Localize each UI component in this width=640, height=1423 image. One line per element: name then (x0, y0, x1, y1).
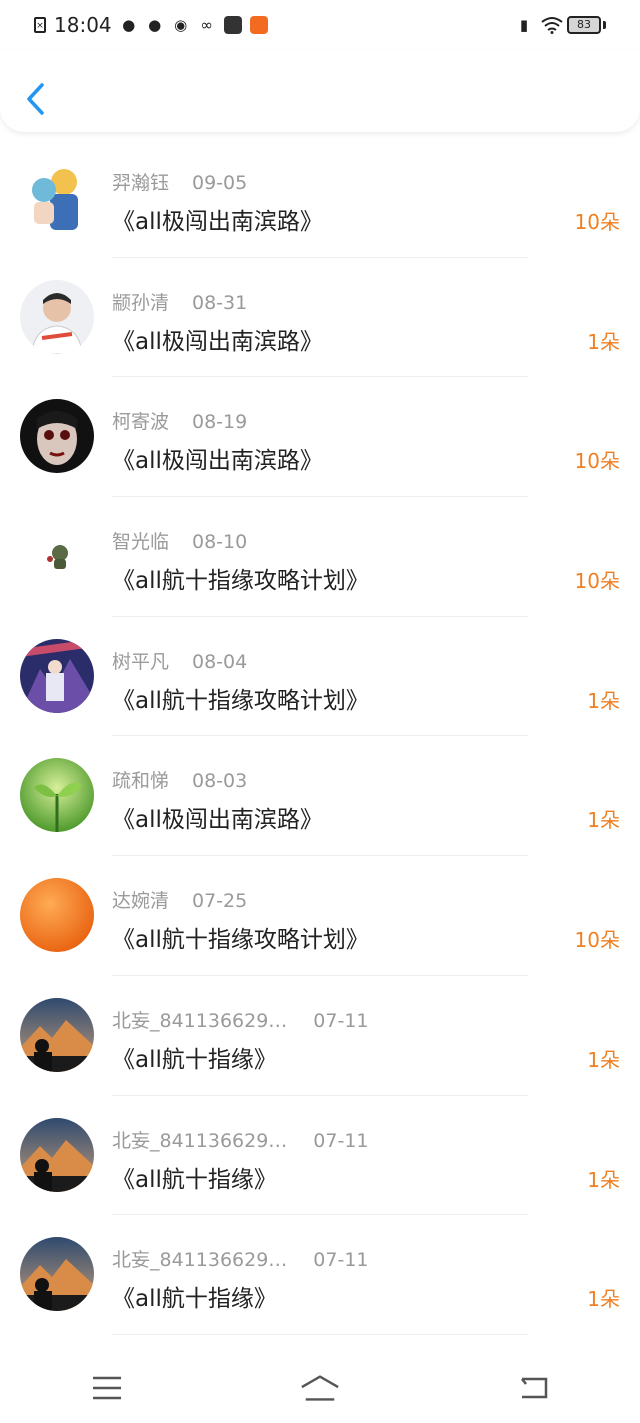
book-title: 《all航十指缘》 (112, 1046, 277, 1073)
gift-amount: 1朵 (587, 1167, 620, 1192)
list-item[interactable]: 北妄_841136629… 07-11 《all航十指缘》 1朵 (0, 1215, 640, 1335)
user-name: 树平凡 (112, 650, 170, 673)
system-nav-bar (0, 1353, 640, 1423)
gift-amount: 1朵 (587, 688, 620, 713)
back-nav-button[interactable] (513, 1368, 553, 1408)
weibo-icon: ◉ (174, 16, 188, 34)
header (0, 50, 640, 132)
book-title: 《all极闯出南滨路》 (112, 807, 323, 834)
meta: 智光临 08-10 (112, 527, 247, 554)
meta: 北妄_841136629… 07-11 (112, 1006, 369, 1033)
status-time: 18:04 (54, 13, 112, 37)
meta: 树平凡 08-04 (112, 647, 247, 674)
gift-amount: 1朵 (587, 808, 620, 833)
wifi-icon (541, 16, 563, 34)
meta: 北妄_841136629… 07-11 (112, 1245, 369, 1272)
date: 07-25 (192, 890, 248, 913)
qq-icon-2: ● (148, 16, 162, 34)
meta: 柯寄波 08-19 (112, 407, 247, 434)
avatar (20, 997, 94, 1072)
app-icon-orange (249, 16, 268, 34)
meta: 达婉清 07-25 (112, 886, 247, 913)
home-icon (301, 1375, 339, 1401)
app-icon (223, 16, 242, 34)
meta: 羿瀚钰 09-05 (112, 168, 247, 195)
gift-amount: 1朵 (587, 329, 620, 354)
list-item[interactable]: 颛孙清 08-31 《all极闯出南滨路》 1朵 (0, 258, 640, 378)
gift-list: 羿瀚钰 09-05 《all极闯出南滨路》 10朵 颛孙清 08-31 《all极闯… (0, 138, 640, 1335)
date: 08-19 (192, 411, 248, 434)
book-title: 《all极闯出南滨路》 (112, 448, 323, 475)
vibrate-icon: ▮ (519, 16, 529, 34)
user-name: 北妄_841136629… (112, 1009, 288, 1032)
user-name: 北妄_841136629… (112, 1249, 288, 1272)
user-name: 达婉清 (112, 890, 170, 913)
user-name: 颛孙清 (112, 291, 170, 314)
date: 07-11 (313, 1129, 369, 1152)
battery-tip (603, 21, 606, 29)
book-title: 《all航十指缘攻略计划》 (112, 927, 369, 954)
avatar (20, 1237, 94, 1312)
gift-amount: 1朵 (587, 1287, 620, 1312)
date: 09-05 (192, 172, 248, 194)
status-right: ▮ 83 (515, 16, 606, 34)
gift-amount: 10朵 (574, 449, 620, 474)
user-name: 羿瀚钰 (112, 172, 170, 194)
avatar (20, 638, 94, 713)
list-item[interactable]: 树平凡 08-04 《all航十指缘攻略计划》 1朵 (0, 617, 640, 737)
gift-amount: 1朵 (587, 1047, 620, 1072)
user-name: 北妄_841136629… (112, 1129, 288, 1152)
user-name: 智光临 (112, 531, 170, 554)
avatar (20, 878, 94, 953)
date: 07-11 (313, 1009, 369, 1032)
date: 08-31 (192, 291, 248, 314)
book-title: 《all极闯出南滨路》 (112, 328, 323, 355)
date: 07-11 (313, 1249, 369, 1272)
no-sim-icon: × (34, 17, 46, 33)
avatar (20, 1117, 94, 1192)
avatar (20, 160, 94, 234)
gift-amount: 10朵 (574, 210, 620, 234)
gift-amount: 10朵 (574, 569, 620, 594)
chevron-left-icon (27, 83, 44, 115)
gift-amount: 10朵 (574, 928, 620, 953)
list-item[interactable]: 智光临 08-10 《all航十指缘攻略计划》 10朵 (0, 497, 640, 617)
list-item[interactable]: 羿瀚钰 09-05 《all极闯出南滨路》 10朵 (0, 138, 640, 258)
status-left: × 18:04 ● ● ◉ ∞ (34, 13, 268, 37)
menu-icon (92, 1376, 121, 1400)
divider (112, 1333, 528, 1335)
battery-icon: 83 (567, 16, 601, 34)
date: 08-03 (192, 770, 248, 793)
list-item[interactable]: 北妄_841136629… 07-11 《all航十指缘》 1朵 (0, 976, 640, 1096)
meta: 颛孙清 08-31 (112, 288, 247, 315)
list-item[interactable]: 柯寄波 08-19 《all极闯出南滨路》 10朵 (0, 377, 640, 498)
date: 08-10 (192, 531, 248, 554)
meta: 北妄_841136629… 07-11 (112, 1126, 369, 1153)
user-name: 疏和悌 (112, 770, 170, 793)
user-name: 柯寄波 (112, 411, 170, 434)
link-icon: ∞ (200, 16, 213, 34)
book-title: 《all航十指缘攻略计划》 (112, 568, 369, 595)
list-item[interactable]: 达婉清 07-25 《all航十指缘攻略计划》 10朵 (0, 856, 640, 976)
book-title: 《all航十指缘》 (112, 1166, 277, 1193)
list-item[interactable]: 北妄_841136629… 07-11 《all航十指缘》 1朵 (0, 1096, 640, 1216)
back-icon (521, 1377, 548, 1399)
book-title: 《all航十指缘攻略计划》 (112, 687, 369, 714)
back-button[interactable] (24, 80, 46, 118)
meta: 疏和悌 08-03 (112, 766, 247, 793)
avatar (20, 279, 94, 354)
date: 08-04 (192, 650, 248, 673)
book-title: 《all航十指缘》 (112, 1286, 277, 1313)
qq-icon: ● (122, 16, 136, 34)
menu-button[interactable] (87, 1368, 127, 1408)
avatar (20, 758, 94, 833)
status-bar: × 18:04 ● ● ◉ ∞ ▮ 83 (0, 0, 640, 50)
home-button[interactable] (300, 1368, 340, 1408)
avatar (20, 399, 94, 474)
avatar (20, 519, 94, 594)
book-title: 《all极闯出南滨路》 (112, 209, 323, 235)
list-item[interactable]: 疏和悌 08-03 《all极闯出南滨路》 1朵 (0, 736, 640, 857)
